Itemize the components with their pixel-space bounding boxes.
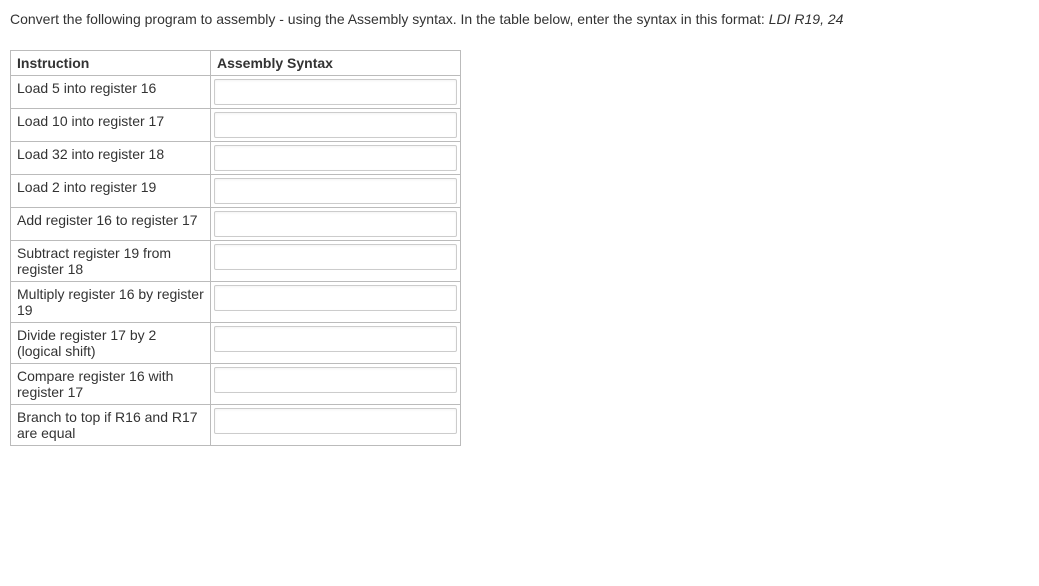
assembly-input[interactable] [214, 408, 457, 434]
instruction-cell: Subtract register 19 from register 18 [11, 240, 211, 281]
table-row: Load 32 into register 18 [11, 141, 461, 174]
syntax-cell [211, 141, 461, 174]
instruction-cell: Add register 16 to register 17 [11, 207, 211, 240]
question-prompt: Convert the following program to assembl… [10, 10, 1029, 30]
table-row: Load 10 into register 17 [11, 108, 461, 141]
syntax-cell [211, 404, 461, 445]
instruction-cell: Load 2 into register 19 [11, 174, 211, 207]
instruction-cell: Branch to top if R16 and R17 are equal [11, 404, 211, 445]
assembly-input[interactable] [214, 178, 457, 204]
assembly-input[interactable] [214, 326, 457, 352]
syntax-cell [211, 322, 461, 363]
syntax-cell [211, 75, 461, 108]
instruction-cell: Load 5 into register 16 [11, 75, 211, 108]
table-row: Multiply register 16 by register 19 [11, 281, 461, 322]
prompt-text-main: Convert the following program to assembl… [10, 11, 769, 27]
instruction-cell: Compare register 16 with register 17 [11, 363, 211, 404]
prompt-example: LDI R19, 24 [769, 11, 844, 27]
syntax-cell [211, 108, 461, 141]
table-header-row: Instruction Assembly Syntax [11, 50, 461, 75]
header-instruction: Instruction [11, 50, 211, 75]
table-row: Compare register 16 with register 17 [11, 363, 461, 404]
syntax-cell [211, 281, 461, 322]
assembly-input[interactable] [214, 112, 457, 138]
table-row: Branch to top if R16 and R17 are equal [11, 404, 461, 445]
header-assembly-syntax: Assembly Syntax [211, 50, 461, 75]
assembly-table: Instruction Assembly Syntax Load 5 into … [10, 50, 461, 446]
instruction-cell: Multiply register 16 by register 19 [11, 281, 211, 322]
table-row: Load 5 into register 16 [11, 75, 461, 108]
assembly-input[interactable] [214, 79, 457, 105]
syntax-cell [211, 207, 461, 240]
syntax-cell [211, 363, 461, 404]
assembly-input[interactable] [214, 285, 457, 311]
assembly-input[interactable] [214, 211, 457, 237]
instruction-cell: Divide register 17 by 2 (logical shift) [11, 322, 211, 363]
instruction-cell: Load 32 into register 18 [11, 141, 211, 174]
assembly-input[interactable] [214, 145, 457, 171]
syntax-cell [211, 174, 461, 207]
assembly-input[interactable] [214, 367, 457, 393]
instruction-cell: Load 10 into register 17 [11, 108, 211, 141]
assembly-input[interactable] [214, 244, 457, 270]
table-row: Load 2 into register 19 [11, 174, 461, 207]
table-row: Divide register 17 by 2 (logical shift) [11, 322, 461, 363]
table-row: Add register 16 to register 17 [11, 207, 461, 240]
table-row: Subtract register 19 from register 18 [11, 240, 461, 281]
syntax-cell [211, 240, 461, 281]
